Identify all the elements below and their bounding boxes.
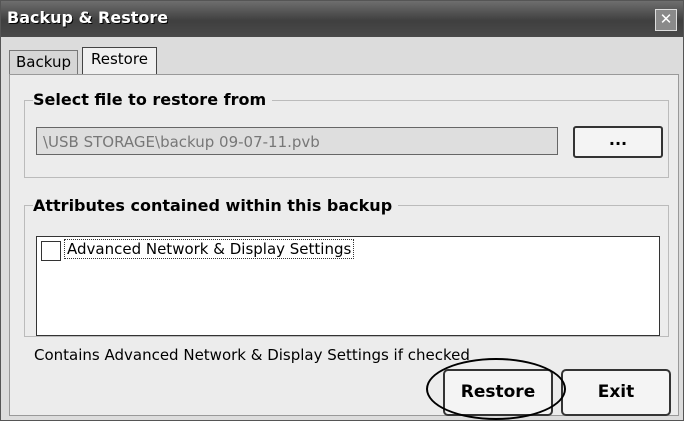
window-title: Backup & Restore xyxy=(7,8,169,27)
attributes-list[interactable]: Advanced Network & Display Settings xyxy=(36,236,660,336)
advanced-settings-label[interactable]: Advanced Network & Display Settings xyxy=(63,239,355,259)
exit-button[interactable]: Exit xyxy=(561,369,671,416)
file-group-label: Select file to restore from xyxy=(33,90,273,109)
tab-restore[interactable]: Restore xyxy=(82,47,157,75)
restore-file-path-field[interactable]: \USB STORAGE\backup 09-07-11.pvb xyxy=(36,127,558,155)
attributes-group-label: Attributes contained within this backup xyxy=(33,196,399,215)
close-button[interactable]: ✕ xyxy=(655,9,677,31)
title-bar: Backup & Restore ✕ xyxy=(1,1,683,37)
contains-note: Contains Advanced Network & Display Sett… xyxy=(34,346,470,364)
advanced-settings-checkbox[interactable] xyxy=(41,241,61,261)
tab-backup[interactable]: Backup xyxy=(9,50,78,74)
browse-button[interactable]: ... xyxy=(573,126,663,158)
close-icon: ✕ xyxy=(659,10,673,28)
highlight-circle xyxy=(426,358,566,420)
